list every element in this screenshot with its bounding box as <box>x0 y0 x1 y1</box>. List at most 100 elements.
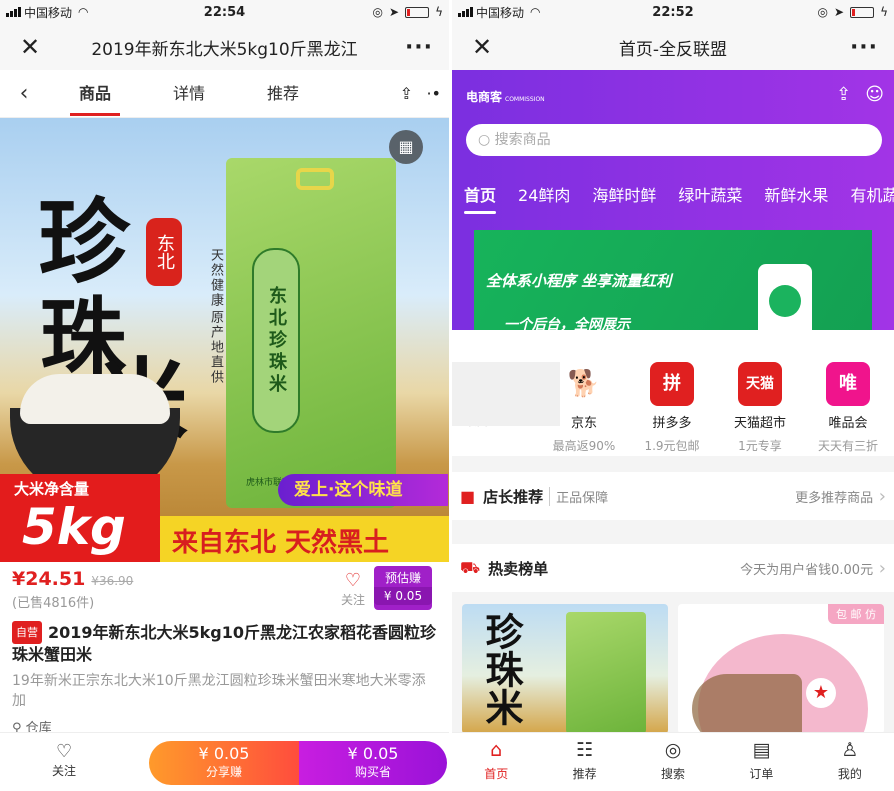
qrcode-icon[interactable]: ▦ <box>389 130 423 164</box>
nav-me[interactable]: ♙ 我的 <box>806 733 894 791</box>
product-card-helmet[interactable]: ★ 包 邮 仿 <box>678 604 884 734</box>
slogan-healthy: 天然健康 <box>208 248 223 308</box>
helmet-visor <box>692 674 802 734</box>
buy-save-label: 购买省 <box>354 765 391 779</box>
bottom-follow-button[interactable]: ♡ 关注 <box>52 741 76 779</box>
nav-orders[interactable]: ▤ 订单 <box>717 733 805 791</box>
tab-product[interactable]: 商品 <box>48 70 142 118</box>
buy-save-value: ¥ 0.05 <box>347 744 399 763</box>
follow-button[interactable]: ♡ 关注 <box>336 570 370 608</box>
recommend-title: 店长推荐 <box>483 487 544 506</box>
banner-line-1: 全体系小程序 坐享流量红利 <box>486 272 672 290</box>
brand-name: 电商客 <box>466 90 503 104</box>
home-icon: ⌂ <box>490 739 503 761</box>
card-rice-text: 珍珠米 <box>479 612 524 726</box>
dots-icon[interactable]: ·• <box>426 84 441 103</box>
nav-recommend[interactable]: ☷ 推荐 <box>540 733 628 791</box>
original-price: ¥36.90 <box>91 574 134 588</box>
close-icon[interactable]: ✕ <box>0 33 60 61</box>
platform-sub: 最高返90% <box>552 439 616 453</box>
shopping-bag-icon: ■ <box>460 486 476 506</box>
recommend-sub: 正品保障 <box>549 486 608 506</box>
compass-icon: ◎ <box>664 739 682 761</box>
rice-bag: 东北珍珠米 虎林市联利盛米业有限责任公司 <box>226 158 396 508</box>
tmall-icon: 天猫 <box>738 362 782 406</box>
platform-name: 唯品会 <box>828 416 868 431</box>
origin-banner: 来自东北 天然黑土 <box>160 516 449 562</box>
header-area: 电商客 COMMISSION ⇪ ☺ ○ 搜索商品 首页 24鲜肉 海鲜时鲜 绿叶蔬… <box>452 70 894 348</box>
product-card-rice[interactable]: 珍珠米 <box>462 604 668 734</box>
bottom-follow-label: 关注 <box>52 764 77 778</box>
cart-icon: ⛟ <box>460 557 481 577</box>
signal-icon <box>6 7 21 17</box>
buy-save-button[interactable]: ¥ 0.05 购买省 <box>299 741 447 785</box>
tab-vegetables[interactable]: 绿叶蔬菜 <box>678 182 742 206</box>
share-icon[interactable]: ⇪ <box>836 84 851 105</box>
hot-list-row[interactable]: ⛟ 热卖榜单 今天为用户省钱0.00元 <box>452 544 894 592</box>
heart-plus-icon: ♡ <box>55 741 73 762</box>
price: ¥24.51 <box>12 568 86 590</box>
slogan-badge: 爱上·这个味道 <box>278 474 448 506</box>
location-icon: ➤ <box>834 5 845 19</box>
heart-plus-icon: ♡ <box>344 570 362 591</box>
rice-bag-thumb <box>566 612 646 734</box>
platform-item-vip[interactable]: 唯唯品会 天天有三折 <box>804 330 892 456</box>
more-icon[interactable]: ··· <box>389 35 449 60</box>
product-info: ¥24.51 ¥36.90 (已售4816件) ♡ 关注 预估赚 ¥ 0.05 自营 2… <box>0 562 449 736</box>
pinduoduo-icon: 拼 <box>650 362 694 406</box>
nav-home[interactable]: ⌂ 首页 <box>452 733 540 791</box>
clipboard-icon: ▤ <box>752 739 771 761</box>
search-input[interactable]: ○ 搜索商品 <box>466 124 882 156</box>
carrier-label: 中国移动 <box>476 5 525 20</box>
search-icon: ○ <box>478 132 495 148</box>
bottom-action-bar: ♡ 关注 ¥ 0.05 分享赚 ¥ 0.05 购买省 <box>0 732 449 791</box>
more-recommend-link[interactable]: 更多推荐商品 <box>795 486 886 507</box>
chat-icon[interactable]: ☺ <box>865 84 884 105</box>
tab-home[interactable]: 首页 <box>464 182 497 214</box>
estimated-earn-badge: 预估赚 ¥ 0.05 <box>374 566 432 610</box>
platform-item-tmall[interactable]: 天猫 天猫超市 1元专享 <box>716 330 804 456</box>
net-weight-value: 5kg <box>22 498 126 556</box>
tab-seafood[interactable]: 海鲜时鲜 <box>592 182 656 206</box>
nav-orders-label: 订单 <box>749 767 774 781</box>
region-seal: 东北 <box>146 218 182 286</box>
location-icon: ➤ <box>389 5 400 19</box>
carrier-label: 中国移动 <box>24 5 73 20</box>
vip-icon: 唯 <box>826 362 870 406</box>
placeholder-overlay <box>452 362 560 426</box>
title-bar: ✕ 首页-全反联盟 ··· <box>452 24 894 70</box>
platform-sub: 天天有三折 <box>817 439 878 453</box>
platform-item-pinduoduo[interactable]: 拼拼多多 1.9元包邮 <box>628 330 716 456</box>
tab-recommend[interactable]: 推荐 <box>236 70 330 118</box>
clock: 22:54 <box>203 4 246 20</box>
nav-search[interactable]: ◎ 搜索 <box>629 733 717 791</box>
product-detail-screen: 中国移动 ◠ 22:54 ◎ ➤ ϟ ✕ 2019年新东北大米5kg10斤黑龙江 ·… <box>0 0 449 791</box>
charging-icon: ϟ <box>435 5 443 19</box>
hot-products: 珍珠米 ★ 包 邮 仿 <box>452 592 894 734</box>
tab-details[interactable]: 详情 <box>142 70 236 118</box>
platform-sub: 1.9元包邮 <box>644 439 700 453</box>
tab-fruit[interactable]: 新鲜水果 <box>764 182 828 206</box>
close-icon[interactable]: ✕ <box>452 33 512 61</box>
share-earn-button[interactable]: ¥ 0.05 分享赚 <box>149 741 299 785</box>
free-shipping-tag: 包 邮 仿 <box>828 604 884 624</box>
search-placeholder: 搜索商品 <box>494 132 551 148</box>
back-icon[interactable]: ‹ <box>0 81 48 106</box>
platform-name: 天猫超市 <box>733 416 786 431</box>
share-icon[interactable]: ⇪ <box>400 84 413 103</box>
recommend-row[interactable]: ■ 店长推荐 正品保障 更多推荐商品 <box>452 472 894 520</box>
status-bar: 中国移动 ◠ 22:52 ◎ ➤ ϟ <box>452 0 894 24</box>
grid-list-icon: ☷ <box>576 739 594 761</box>
title-bar: ✕ 2019年新东北大米5kg10斤黑龙江 ··· <box>0 24 449 70</box>
more-icon[interactable]: ··· <box>834 35 894 60</box>
tab-meat[interactable]: 24鲜肉 <box>518 182 570 206</box>
page-title: 2019年新东北大米5kg10斤黑龙江 <box>91 39 358 60</box>
battery-icon <box>850 6 875 18</box>
tab-organic[interactable]: 有机蔬 <box>850 182 894 206</box>
est-value: ¥ 0.05 <box>374 587 432 605</box>
status-bar: 中国移动 ◠ 22:54 ◎ ➤ ϟ <box>0 0 449 24</box>
wifi-icon: ◠ <box>530 5 541 19</box>
savings-link[interactable]: 今天为用户省钱0.00元 <box>740 558 886 579</box>
brand-logo: 电商客 COMMISSION <box>466 88 545 105</box>
star-icon: ★ <box>806 678 836 708</box>
